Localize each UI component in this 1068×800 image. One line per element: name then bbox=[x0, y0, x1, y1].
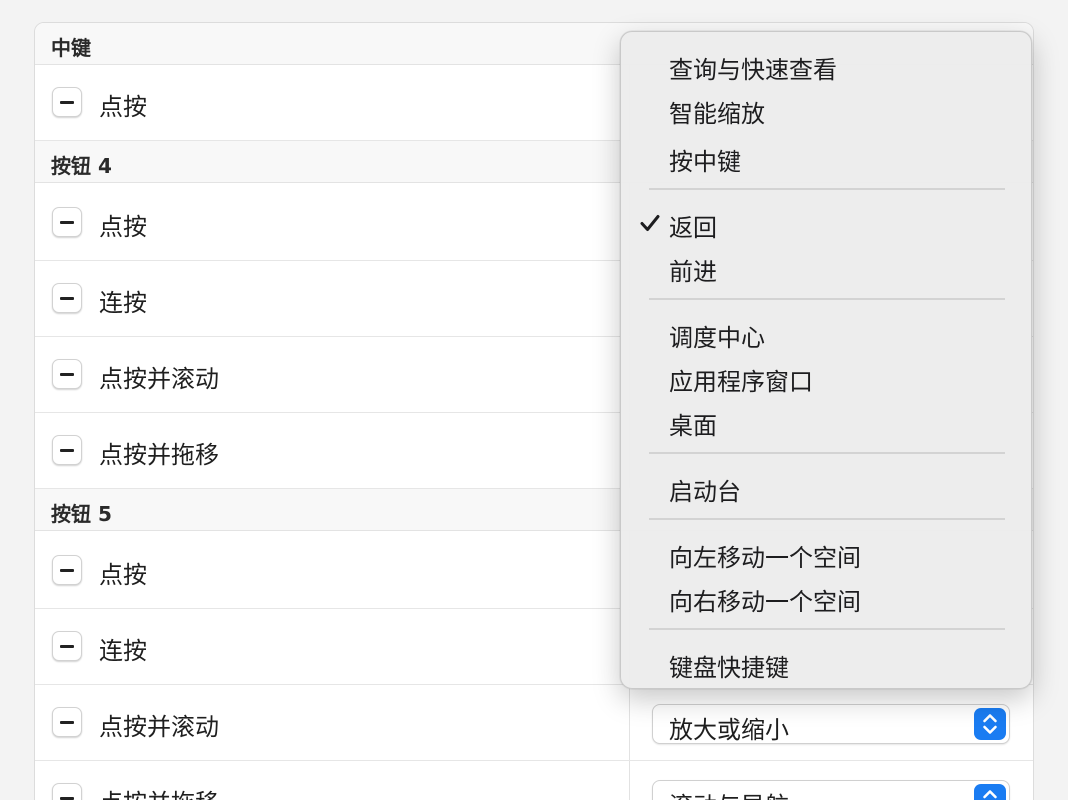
remove-button[interactable] bbox=[52, 783, 82, 800]
remove-button[interactable] bbox=[52, 435, 82, 465]
menu-item-smart-zoom[interactable]: 智能缩放 bbox=[621, 90, 1031, 130]
remove-button[interactable] bbox=[52, 555, 82, 585]
menu-separator bbox=[649, 298, 1005, 300]
select-value: 放大或缩小 bbox=[669, 716, 789, 744]
menu-item-forward[interactable]: 前进 bbox=[621, 248, 1031, 288]
menu-separator bbox=[649, 452, 1005, 454]
row-label: 点按并拖移 bbox=[99, 783, 219, 800]
menu-item-back[interactable]: 返回 bbox=[621, 204, 1031, 244]
row-label: 点按 bbox=[99, 93, 147, 121]
action-select[interactable]: 放大或缩小 bbox=[652, 704, 1010, 744]
row-label: 点按并滚动 bbox=[99, 713, 219, 741]
menu-item-move-right-space[interactable]: 向右移动一个空间 bbox=[621, 578, 1031, 618]
table-row: 点按并滚动 放大或缩小 bbox=[35, 685, 1033, 761]
action-popup-menu: 查询与快速查看 智能缩放 按中键 返回 前进 调度中心 应用程序窗口 桌面 启动… bbox=[620, 31, 1032, 689]
menu-item-desktop[interactable]: 桌面 bbox=[621, 402, 1031, 442]
menu-item-app-windows[interactable]: 应用程序窗口 bbox=[621, 358, 1031, 398]
row-label: 点按 bbox=[99, 213, 147, 241]
row-label: 点按并滚动 bbox=[99, 365, 219, 393]
up-down-chevron-icon bbox=[974, 708, 1006, 740]
remove-button[interactable] bbox=[52, 87, 82, 117]
remove-button[interactable] bbox=[52, 359, 82, 389]
menu-item-keyboard-shortcut[interactable]: 键盘快捷键 bbox=[621, 644, 1031, 684]
section-title: 中键 bbox=[51, 36, 91, 60]
row-label: 点按并拖移 bbox=[99, 441, 219, 469]
menu-separator bbox=[649, 628, 1005, 630]
table-row: 点按并拖移 滚动与导航 bbox=[35, 761, 1033, 800]
remove-button[interactable] bbox=[52, 283, 82, 313]
remove-button[interactable] bbox=[52, 631, 82, 661]
section-title: 按钮 4 bbox=[51, 154, 112, 178]
menu-item-look-up[interactable]: 查询与快速查看 bbox=[621, 46, 1031, 86]
checkmark-icon bbox=[640, 215, 660, 231]
up-down-chevron-icon bbox=[974, 784, 1006, 800]
mouse-button-settings: 中键 点按 按钮 4 点按 连按 点按并滚动 点按并拖移 按钮 5 点按 连按 … bbox=[0, 0, 1068, 800]
menu-item-middle-click[interactable]: 按中键 bbox=[621, 138, 1031, 178]
section-title: 按钮 5 bbox=[51, 502, 112, 526]
row-label: 连按 bbox=[99, 637, 147, 665]
select-value: 滚动与导航 bbox=[669, 786, 789, 800]
row-label: 点按 bbox=[99, 561, 147, 589]
action-select[interactable]: 滚动与导航 bbox=[652, 780, 1010, 800]
row-label: 连按 bbox=[99, 289, 147, 317]
menu-separator bbox=[649, 518, 1005, 520]
menu-item-mission-control[interactable]: 调度中心 bbox=[621, 314, 1031, 354]
menu-item-move-left-space[interactable]: 向左移动一个空间 bbox=[621, 534, 1031, 574]
menu-item-launchpad[interactable]: 启动台 bbox=[621, 468, 1031, 508]
menu-separator bbox=[649, 188, 1005, 190]
remove-button[interactable] bbox=[52, 207, 82, 237]
remove-button[interactable] bbox=[52, 707, 82, 737]
